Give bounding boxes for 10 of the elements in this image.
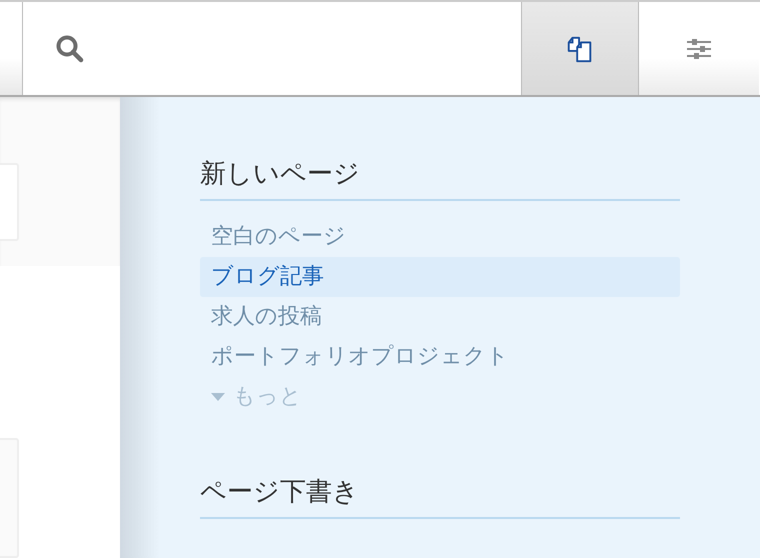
search-icon <box>55 34 85 64</box>
menu-item[interactable]: 空白のページ <box>200 217 680 257</box>
sliders-icon <box>686 38 712 58</box>
menu-item[interactable]: 求人の投稿 <box>200 297 680 337</box>
section-heading: 新しいページ <box>200 155 680 201</box>
section-heading: ページ下書き <box>200 473 680 519</box>
menu-item[interactable]: ポートフォリオプロジェクト <box>200 337 680 377</box>
menu-item[interactable]: ブログ記事 <box>200 257 680 297</box>
pages-button[interactable] <box>522 2 639 95</box>
more-link[interactable]: もっと <box>200 377 680 417</box>
